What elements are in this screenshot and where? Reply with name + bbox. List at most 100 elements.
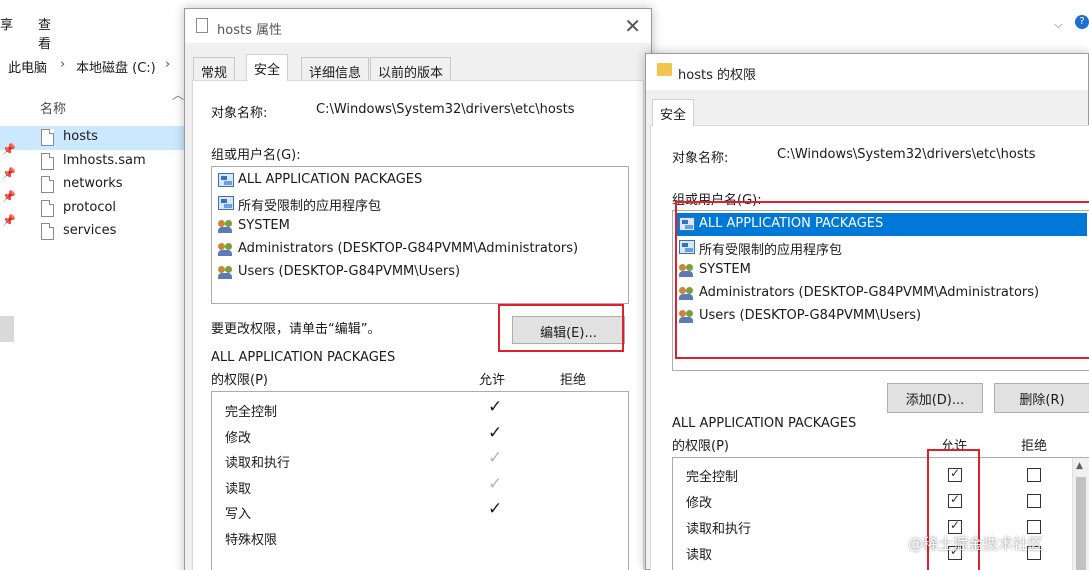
column-header-name[interactable]: 名称 (40, 98, 66, 117)
permissions-for-line1: ALL APPLICATION PACKAGES (211, 350, 396, 365)
scrollbar[interactable]: ▲ (1072, 458, 1089, 570)
permission-row: 读取和执行 ✓ (212, 448, 628, 475)
principal-name: SYSTEM (238, 218, 290, 233)
change-hint: 要更改权限，请单击“编辑”。 (211, 322, 381, 337)
file-icon (41, 199, 54, 217)
permission-name: 读取和执行 (686, 522, 752, 537)
permission-name: 修改 (225, 430, 252, 446)
deny-checkbox[interactable] (1027, 520, 1041, 534)
permissions-tabs: 安全 (646, 99, 1088, 126)
file-item-protocol[interactable]: 📌 protocol (0, 197, 184, 227)
allow-check-icon: ✓ (488, 397, 503, 417)
chevron-right-icon: › (60, 57, 66, 72)
deny-header: 拒绝 (560, 373, 587, 388)
properties-tabs: 常规 安全 详细信息 以前的版本 (185, 54, 651, 81)
sort-up-icon: ︿ (172, 88, 185, 102)
file-item-services[interactable]: services (0, 220, 184, 244)
deny-checkbox[interactable] (1027, 468, 1041, 482)
list-item[interactable]: Administrators (DESKTOP-G84PVMM\Administ… (214, 238, 626, 261)
user-group-icon (218, 265, 234, 279)
properties-title: hosts 属性 (217, 23, 282, 38)
file-name: lmhosts.sam (63, 152, 146, 168)
user-group-icon (218, 242, 234, 256)
permission-name: 读取和执行 (225, 456, 291, 471)
allow-check-icon: ✓ (488, 448, 503, 468)
scroll-up-icon[interactable]: ▲ (1076, 461, 1083, 471)
file-item-networks[interactable]: 📌 networks (0, 173, 184, 203)
close-icon[interactable]: ✕ (624, 14, 641, 38)
permissions-titlebar: hosts 的权限 (646, 54, 1088, 90)
permission-name: 读取 (225, 481, 252, 497)
file-name: services (63, 223, 117, 238)
permissions-for-line1: ALL APPLICATION PACKAGES (672, 416, 857, 431)
file-icon (41, 223, 54, 240)
permissions-list: 完全控制 ✓ 修改 ✓ 读取和执行 ✓ 读取 ✓ 写入 ✓ 特殊权限 (211, 391, 629, 570)
allow-check-icon: ✓ (488, 422, 503, 443)
allow-header: 允许 (479, 373, 506, 388)
deny-checkbox[interactable] (1027, 494, 1041, 508)
annotation-highlight (675, 201, 1089, 359)
breadcrumb[interactable]: 此电脑 › 本地磁盘 (C:) › (0, 52, 190, 80)
allow-check-icon: ✓ (488, 499, 503, 519)
ribbon-tab-view[interactable]: 查看 (38, 14, 51, 52)
file-item-lmhosts[interactable]: 📌 lmhosts.sam (0, 150, 184, 180)
deny-header: 拒绝 (1021, 439, 1048, 454)
object-name-label: 对象名称: (211, 106, 268, 121)
permissions-dialog: hosts 的权限 安全 对象名称: C:\Windows\System32\d… (645, 53, 1089, 570)
properties-titlebar: hosts 属性 ✕ (185, 9, 651, 43)
package-icon (218, 196, 234, 210)
permission-row: 修改 (673, 491, 1072, 515)
tab-general[interactable]: 常规 (193, 57, 236, 81)
permission-row: 写入 ✓ (212, 499, 628, 526)
folder-icon (657, 63, 672, 76)
properties-dialog: hosts 属性 ✕ 常规 安全 详细信息 以前的版本 对象名称: C:\Win… (184, 8, 652, 570)
ribbon-tab-share[interactable]: 享 (0, 14, 13, 33)
tab-security[interactable]: 安全 (246, 54, 289, 81)
add-button[interactable]: 添加(D)... (887, 383, 983, 413)
help-icon[interactable]: ? (1075, 15, 1089, 29)
tab-security[interactable]: 安全 (652, 99, 695, 126)
allow-check-icon: ✓ (488, 473, 503, 494)
permission-row: 特殊权限 (212, 528, 628, 552)
permission-name: 读取 (686, 548, 713, 563)
file-name: hosts (63, 129, 98, 144)
permission-row: 修改 ✓ (212, 422, 628, 450)
tab-previous-versions[interactable]: 以前的版本 (370, 57, 452, 81)
permission-row: 完全控制 (673, 465, 1072, 489)
watermark: @稀土掘金技术社区 (908, 535, 1044, 553)
object-name-label: 对象名称: (672, 151, 729, 166)
list-item[interactable]: Users (DESKTOP-G84PVMM\Users) (214, 261, 626, 284)
scroll-thumb[interactable] (1076, 477, 1086, 570)
object-name-value: C:\Windows\System32\drivers\etc\hosts (316, 102, 575, 117)
package-icon (218, 173, 234, 187)
list-item[interactable]: SYSTEM (214, 215, 626, 238)
permission-name: 完全控制 (686, 470, 739, 485)
principal-name: 所有受限制的应用程序包 (238, 199, 382, 214)
permissions-for-line2: 的权限(P) (211, 373, 268, 388)
permission-row: 读取 ✓ (212, 473, 628, 501)
principal-name: Users (DESKTOP-G84PVMM\Users) (238, 264, 461, 279)
file-icon (41, 129, 54, 146)
permission-name: 修改 (686, 496, 713, 511)
tab-details[interactable]: 详细信息 (301, 57, 370, 81)
annotation-highlight (498, 304, 624, 352)
remove-button[interactable]: 删除(R) (994, 383, 1089, 413)
group-label: 组或用户名(G): (211, 148, 301, 163)
breadcrumb-this-pc[interactable]: 此电脑 (8, 57, 47, 76)
list-item[interactable]: 所有受限制的应用程序包 (214, 192, 626, 215)
file-list: 📌 hosts 📌 lmhosts.sam 📌 networks 📌 protocol … (0, 126, 184, 244)
file-icon (196, 18, 208, 33)
chevron-right-icon: › (165, 57, 171, 72)
nav-pane-selection (0, 316, 14, 342)
file-icon (41, 176, 54, 193)
principals-list[interactable]: ALL APPLICATION PACKAGES 所有受限制的应用程序包 SYS… (211, 166, 629, 304)
file-item-hosts[interactable]: 📌 hosts (0, 126, 184, 156)
chevron-down-icon[interactable]: ⌵ (1054, 18, 1062, 32)
object-name-value: C:\Windows\System32\drivers\etc\hosts (777, 147, 1036, 162)
permission-name: 特殊权限 (225, 532, 278, 548)
list-item[interactable]: ALL APPLICATION PACKAGES (214, 169, 626, 192)
permissions-for-line2: 的权限(P) (672, 439, 729, 454)
user-group-icon (218, 219, 234, 233)
breadcrumb-local-disk[interactable]: 本地磁盘 (C:) (76, 57, 156, 76)
principal-name: Administrators (DESKTOP-G84PVMM\Administ… (238, 241, 579, 256)
